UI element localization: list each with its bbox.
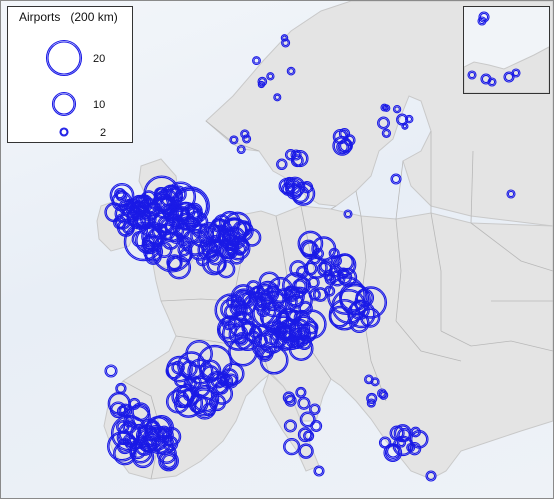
legend-circle-20-inner	[47, 41, 81, 75]
inset-map	[463, 6, 550, 94]
legend-label-10: 10	[93, 99, 106, 111]
legend-scale-note: (200 km)	[70, 10, 118, 24]
inset-map-svg	[464, 11, 549, 93]
airport-circle-inner	[391, 174, 401, 184]
legend-symbols	[45, 39, 83, 137]
airport-circle-inner	[253, 57, 260, 64]
legend-circle-2	[59, 127, 69, 137]
airport-circle-inner	[314, 466, 324, 476]
airport-circle-inner	[105, 365, 117, 377]
legend-title-text: Airports	[19, 10, 61, 24]
legend-box: Airports (200 km) 20 10 2	[7, 6, 133, 143]
legend-circle-2-inner	[60, 128, 68, 136]
map-frame: Airports (200 km) 20 10 2	[0, 0, 554, 499]
legend-label-2: 2	[100, 127, 107, 139]
legend-title: Airports (200 km)	[19, 10, 118, 24]
legend-circle-20	[45, 39, 83, 77]
country-border	[355, 190, 362, 217]
country-border	[330, 205, 337, 210]
legend-circle-10	[51, 91, 77, 117]
inset-land	[464, 46, 549, 93]
legend-circle-10-inner	[53, 93, 75, 115]
legend-label-20: 20	[93, 53, 106, 65]
airport-circle-inner	[311, 421, 321, 431]
country-border	[395, 160, 404, 220]
